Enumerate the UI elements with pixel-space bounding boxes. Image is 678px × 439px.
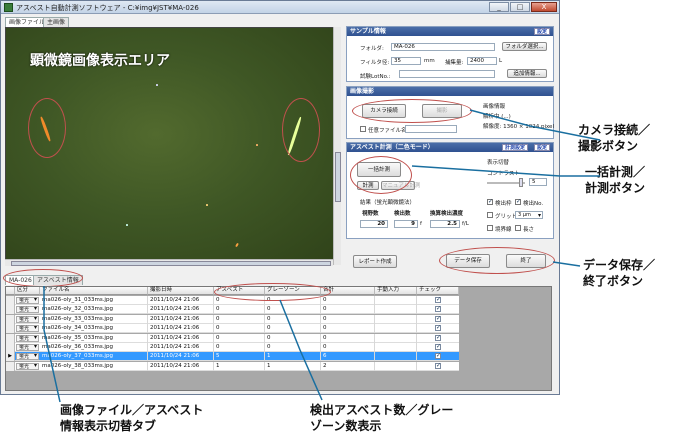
leader-camera [469,109,601,141]
leader-save [552,261,581,267]
leader-counts [279,299,323,401]
leader-measure [411,165,600,177]
callout-leaders [43,109,601,403]
leader-tabs [43,286,61,403]
